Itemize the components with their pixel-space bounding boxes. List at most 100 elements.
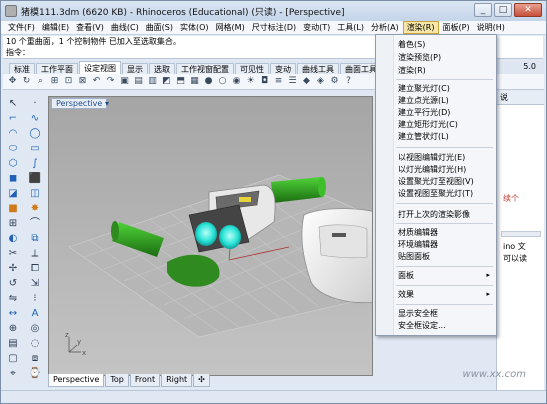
- menu-item-rectangular-light[interactable]: 建立矩形灯光(C): [398, 119, 492, 130]
- view-perspective-icon[interactable]: ◩: [161, 76, 172, 87]
- menu-item-render-preview[interactable]: 渲染预览(P): [398, 52, 492, 63]
- trim-icon[interactable]: ✂: [4, 247, 22, 260]
- menu-item-open-last-render[interactable]: 打开上次的渲染影像: [398, 209, 492, 220]
- close-icon[interactable]: ✕: [514, 3, 542, 17]
- menu-item-edit-light-by-light[interactable]: 以灯光编辑灯光(H): [398, 164, 492, 175]
- group-icon[interactable]: ⧈: [26, 352, 44, 365]
- tab-visibility[interactable]: 可见性: [235, 63, 269, 74]
- tab-cplanes[interactable]: 工作平面: [36, 63, 78, 74]
- text-icon[interactable]: A: [26, 307, 44, 320]
- menu-item-effects[interactable]: 效果 ▸: [398, 289, 492, 300]
- boolean-icon[interactable]: ◐: [4, 232, 22, 245]
- panel-scrollbar[interactable]: [501, 231, 541, 237]
- mirror-icon[interactable]: ⇋: [4, 292, 22, 305]
- box-icon[interactable]: ■: [4, 202, 22, 215]
- undo-view-icon[interactable]: ↶: [91, 76, 102, 87]
- menu-render[interactable]: 渲染(R): [402, 21, 439, 34]
- rectangle-icon[interactable]: ▭: [26, 142, 44, 155]
- menu-panels[interactable]: 面板(P): [440, 21, 473, 34]
- surface-icon[interactable]: ◼: [4, 172, 22, 185]
- cplane-icon[interactable]: ⬒: [175, 76, 186, 87]
- menu-item-texture-panel[interactable]: 贴图面板: [398, 251, 492, 262]
- tab-viewport-layout[interactable]: 工作视窗配置: [176, 63, 234, 74]
- menu-item-directional-light[interactable]: 建立平行光(D): [398, 107, 492, 118]
- viewport-tab-top[interactable]: Top: [105, 374, 129, 387]
- add-viewport-tab-icon[interactable]: ✣: [193, 374, 210, 387]
- explode-icon[interactable]: ✸: [26, 202, 44, 215]
- loft-icon[interactable]: ◪: [4, 187, 22, 200]
- copy-icon[interactable]: ⧠: [26, 262, 44, 275]
- rotate-icon[interactable]: ↺: [4, 277, 22, 290]
- zoom-icon[interactable]: ⌕: [35, 76, 46, 87]
- help-icon[interactable]: ?: [343, 76, 354, 87]
- zoom-extents-icon[interactable]: ⊡: [63, 76, 74, 87]
- menu-item-material-editor[interactable]: 材质编辑器: [398, 227, 492, 238]
- render-tool-icon[interactable]: ◎: [26, 322, 44, 335]
- minimize-icon[interactable]: _: [474, 3, 492, 17]
- menu-dimension[interactable]: 尺寸标注(D): [249, 21, 299, 34]
- view-front-icon[interactable]: ▤: [133, 76, 144, 87]
- menu-view[interactable]: 查看(V): [73, 21, 107, 34]
- menu-tools[interactable]: 工具(L): [334, 21, 367, 34]
- view-top-icon[interactable]: ▣: [119, 76, 130, 87]
- render-icon[interactable]: ◈: [315, 76, 326, 87]
- layer-icon[interactable]: ≡: [273, 76, 284, 87]
- zoom-window-icon[interactable]: ⊞: [49, 76, 60, 87]
- viewport-menu-arrow-icon[interactable]: ▾: [105, 99, 109, 108]
- join-icon[interactable]: ⧉: [26, 232, 44, 245]
- tab-transform[interactable]: 变动: [270, 63, 296, 74]
- camera-icon[interactable]: ◘: [259, 76, 270, 87]
- menu-help[interactable]: 说明(H): [474, 21, 508, 34]
- menu-transform[interactable]: 变动(T): [300, 21, 333, 34]
- light-icon[interactable]: ☀: [245, 76, 256, 87]
- menu-file[interactable]: 文件(F): [5, 21, 38, 34]
- snap-icon[interactable]: ⌖: [4, 367, 22, 380]
- perspective-viewport[interactable]: Perspective ▾ x z y: [48, 96, 373, 376]
- tab-curve-tools[interactable]: 曲线工具: [297, 63, 339, 74]
- menu-item-safe-frame-settings[interactable]: 安全框设定...: [398, 320, 492, 331]
- tab-select[interactable]: 选取: [149, 63, 175, 74]
- properties-icon[interactable]: ☰: [287, 76, 298, 87]
- menu-surface[interactable]: 曲面(S): [143, 21, 176, 34]
- polyline-icon[interactable]: ⌐: [4, 112, 22, 125]
- curve-icon[interactable]: ∿: [26, 112, 44, 125]
- menu-item-shade[interactable]: 着色(S): [398, 39, 492, 50]
- grid-icon[interactable]: ▦: [189, 76, 200, 87]
- view-right-icon[interactable]: ▥: [147, 76, 158, 87]
- move-icon[interactable]: ✢: [4, 262, 22, 275]
- array-icon[interactable]: ⁝: [26, 292, 44, 305]
- polygon-icon[interactable]: ⬡: [4, 157, 22, 170]
- ellipse-icon[interactable]: ⬭: [4, 142, 22, 155]
- menu-item-linear-light[interactable]: 建立管状灯(L): [398, 131, 492, 142]
- wireframe-icon[interactable]: ○: [217, 76, 228, 87]
- menu-item-point-light[interactable]: 建立点光源(L): [398, 95, 492, 106]
- shaded-icon[interactable]: ●: [203, 76, 214, 87]
- menu-edit[interactable]: 编辑(E): [39, 21, 72, 34]
- layers-tool-icon[interactable]: ▤: [4, 337, 22, 350]
- select-arrow-icon[interactable]: ↖: [4, 97, 22, 110]
- menu-item-render[interactable]: 渲染(R): [398, 65, 492, 76]
- sweep-icon[interactable]: ◫: [26, 187, 44, 200]
- history-icon[interactable]: ⌚: [26, 367, 44, 380]
- material-icon[interactable]: ◆: [301, 76, 312, 87]
- hide-icon[interactable]: ◌: [26, 337, 44, 350]
- panel-link[interactable]: 续个: [503, 193, 519, 204]
- menu-item-environment-editor[interactable]: 环境编辑器: [398, 239, 492, 250]
- menu-mesh[interactable]: 网格(M): [213, 21, 248, 34]
- tab-set-view[interactable]: 设定视图: [79, 61, 121, 74]
- pan-icon[interactable]: ✥: [7, 76, 18, 87]
- tab-display[interactable]: 显示: [122, 63, 148, 74]
- menu-analyze[interactable]: 分析(A): [368, 21, 402, 34]
- arc-icon[interactable]: ◠: [4, 127, 22, 140]
- menu-solid[interactable]: 实体(O): [177, 21, 212, 34]
- freeform-icon[interactable]: ∫: [26, 157, 44, 170]
- extrude-icon[interactable]: ⬛: [26, 172, 44, 185]
- rendered-icon[interactable]: ◉: [231, 76, 242, 87]
- menu-item-edit-light-by-view[interactable]: 以视图编辑灯光(E): [398, 152, 492, 163]
- zoom-selected-icon[interactable]: ⊠: [77, 76, 88, 87]
- mesh-icon[interactable]: ⊞: [4, 217, 22, 230]
- menu-item-view-to-spotlight[interactable]: 设置视图至聚光灯(T): [398, 188, 492, 199]
- analyze-icon[interactable]: ⊕: [4, 322, 22, 335]
- scale-icon[interactable]: ⇲: [26, 277, 44, 290]
- point-icon[interactable]: ·: [26, 97, 44, 110]
